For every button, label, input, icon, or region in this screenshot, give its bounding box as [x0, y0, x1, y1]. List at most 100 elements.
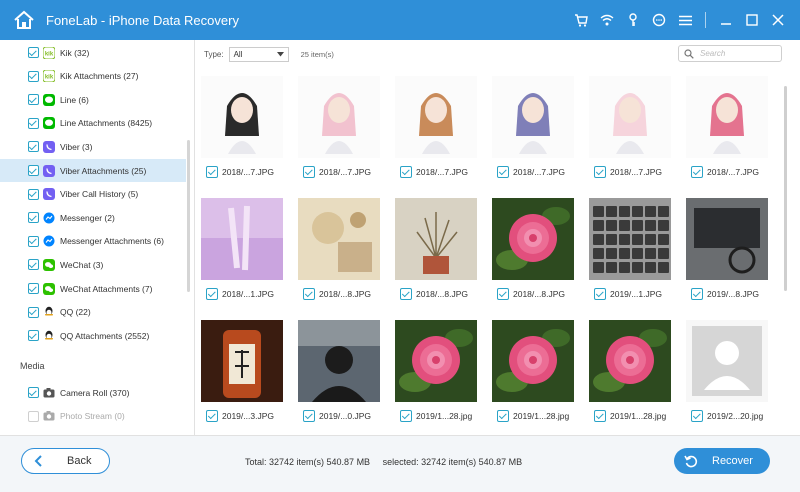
rose-photo[interactable] — [589, 320, 671, 402]
sidebar-checkbox[interactable] — [28, 165, 39, 176]
avatar-placeholder[interactable] — [686, 320, 768, 402]
thumbnail-card[interactable]: 2018/...7.JPG — [681, 68, 768, 188]
sidebar-item[interactable]: kik Kik (32) — [0, 41, 186, 64]
thumbnail-checkbox[interactable] — [691, 288, 703, 300]
thumbnail-checkbox[interactable] — [497, 288, 509, 300]
grid-scrollbar[interactable] — [784, 86, 787, 291]
sidebar-item[interactable]: Viber Attachments (25) — [0, 159, 186, 182]
sidebar-item[interactable]: kik Kik Attachments (27) — [0, 65, 186, 88]
close-icon[interactable] — [770, 12, 786, 28]
chat-icon[interactable] — [651, 12, 667, 28]
sidebar-checkbox[interactable] — [28, 117, 39, 129]
keyboard-photo[interactable] — [589, 198, 671, 280]
thumbnail-card[interactable]: 2018/...7.JPG — [196, 68, 283, 188]
sidebar-item[interactable]: Viber (3) — [0, 135, 186, 158]
rose-photo[interactable] — [395, 320, 477, 402]
illustration-1[interactable] — [201, 76, 283, 158]
thumbnail-card[interactable]: 2018/...8.JPG — [487, 190, 574, 310]
thumbnail-checkbox[interactable] — [206, 288, 218, 300]
illustration-2[interactable] — [298, 76, 380, 158]
thumbnail-card[interactable]: 2019/2...20.jpg — [681, 312, 768, 432]
thumbnail-checkbox[interactable] — [594, 166, 606, 178]
thumbnail-card[interactable]: 2019/...3.JPG — [196, 312, 283, 432]
sidebar-item[interactable]: Line Attachments (8425) — [0, 112, 186, 135]
thumbnail-checkbox[interactable] — [206, 166, 218, 178]
wifi-icon[interactable] — [599, 12, 615, 28]
illustration-3[interactable] — [395, 76, 477, 158]
sidebar-checkbox[interactable] — [28, 47, 39, 58]
thumbnail-card[interactable]: 2018/...8.JPG — [293, 190, 380, 310]
sidebar-checkbox[interactable] — [28, 410, 39, 422]
sidebar-item[interactable]: Camera Roll (370) — [0, 381, 186, 404]
rose-photo[interactable] — [492, 198, 574, 280]
thumbnail-card[interactable]: 2019/1...28.jpg — [487, 312, 574, 432]
thumbnail-card[interactable]: 2018/...7.JPG — [584, 68, 671, 188]
thumbnail-card[interactable]: 2018/...7.JPG — [293, 68, 380, 188]
thumbnail-card[interactable]: 2019/1...28.jpg — [390, 312, 477, 432]
thumbnail-checkbox[interactable] — [594, 288, 606, 300]
menu-icon[interactable] — [677, 12, 693, 28]
thumbnail-card[interactable]: 2018/...7.JPG — [487, 68, 574, 188]
sidebar-item[interactable]: WeChat (3) — [0, 253, 186, 276]
thumbnail-card[interactable]: 2018/...1.JPG — [196, 190, 283, 310]
thumbnail-card[interactable]: 2018/...7.JPG — [390, 68, 477, 188]
totals-text: Total: 32742 item(s) 540.87 MB selected:… — [245, 457, 522, 467]
search-input[interactable]: Search — [678, 45, 782, 62]
thumbnail-checkbox[interactable] — [206, 410, 218, 422]
rose-photo[interactable] — [492, 320, 574, 402]
cart-icon[interactable] — [573, 12, 589, 28]
sidebar-item[interactable]: Line (6) — [0, 88, 186, 111]
sidebar-scrollbar[interactable] — [187, 140, 190, 292]
person-photo[interactable] — [298, 320, 380, 402]
thumbnail-checkbox[interactable] — [691, 410, 703, 422]
thumbnail-card[interactable]: 2019/...0.JPG — [293, 312, 380, 432]
plant-photo[interactable] — [395, 198, 477, 280]
sidebar-checkbox[interactable] — [28, 387, 39, 398]
thumbnail-checkbox[interactable] — [497, 410, 509, 422]
thumbnail-card[interactable]: 2019/...8.JPG — [681, 190, 768, 310]
ballet-photo[interactable] — [201, 198, 283, 280]
sidebar-item[interactable]: Messenger (2) — [0, 206, 186, 229]
thumbnail-card[interactable]: 2018/...8.JPG — [390, 190, 477, 310]
vintage-photo[interactable] — [298, 198, 380, 280]
maximize-icon[interactable] — [744, 12, 760, 28]
sidebar-item[interactable]: Viber Call History (5) — [0, 183, 186, 206]
thumbnail-card[interactable]: 2019/...1.JPG — [584, 190, 671, 310]
back-button[interactable]: Back — [21, 448, 110, 474]
sidebar-checkbox[interactable] — [28, 235, 39, 247]
sidebar-checkbox[interactable] — [28, 283, 39, 294]
sidebar-checkbox[interactable] — [28, 70, 39, 82]
sidebar-checkbox[interactable] — [28, 94, 39, 106]
thumbnail-checkbox[interactable] — [691, 166, 703, 178]
desk-photo[interactable] — [686, 198, 768, 280]
thumbnail-card[interactable]: 2019/1...28.jpg — [584, 312, 671, 432]
sidebar-checkbox[interactable] — [28, 212, 39, 224]
sidebar-item[interactable]: WeChat Attachments (7) — [0, 277, 186, 300]
thumbnail-checkbox[interactable] — [303, 288, 315, 300]
sidebar-checkbox[interactable] — [28, 259, 39, 271]
sidebar-checkbox[interactable] — [28, 330, 39, 342]
illustration-5[interactable] — [589, 76, 671, 158]
thumbnail-checkbox[interactable] — [400, 410, 412, 422]
recover-button[interactable]: Recover — [674, 448, 770, 474]
thumbnail-checkbox[interactable] — [303, 410, 315, 422]
sidebar-item[interactable]: Photo Stream (0) — [0, 405, 186, 428]
thumbnail-checkbox[interactable] — [497, 166, 509, 178]
thumbnail-checkbox[interactable] — [400, 166, 412, 178]
home-icon[interactable] — [6, 0, 42, 40]
thumbnail-checkbox[interactable] — [594, 410, 606, 422]
sidebar-item[interactable]: QQ Attachments (2552) — [0, 324, 186, 347]
bottle-photo[interactable] — [201, 320, 283, 402]
sidebar-item[interactable]: QQ (22) — [0, 301, 186, 324]
sidebar-checkbox[interactable] — [28, 306, 39, 318]
type-select[interactable]: All — [228, 46, 289, 62]
thumbnail-checkbox[interactable] — [400, 288, 412, 300]
thumbnail-checkbox[interactable] — [303, 166, 315, 178]
sidebar-item[interactable]: Messenger Attachments (6) — [0, 230, 186, 253]
key-icon[interactable] — [625, 12, 641, 28]
illustration-4[interactable] — [492, 76, 574, 158]
sidebar-checkbox[interactable] — [28, 188, 39, 200]
minimize-icon[interactable] — [718, 12, 734, 28]
sidebar-checkbox[interactable] — [28, 141, 39, 153]
illustration-6[interactable] — [686, 76, 768, 158]
